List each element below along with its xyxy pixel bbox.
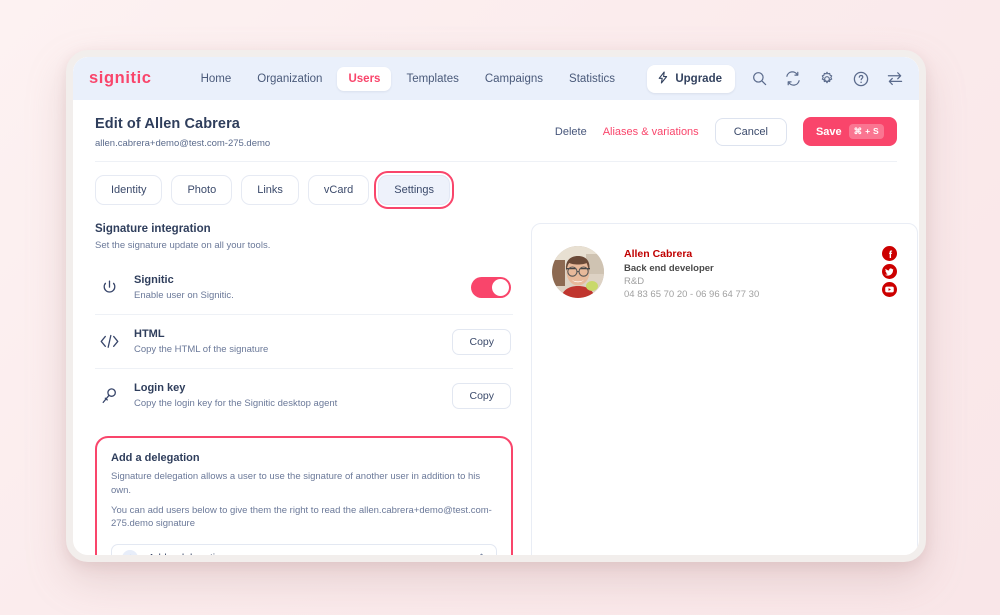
code-icon bbox=[97, 330, 121, 354]
delegation-paragraph-2: You can add users below to give them the… bbox=[111, 504, 492, 530]
content-area: Signature integration Set the signature … bbox=[73, 205, 919, 555]
youtube-icon[interactable] bbox=[882, 282, 897, 297]
delegation-select-value: Add a delegation bbox=[148, 552, 467, 555]
delegation-title: Add a delegation bbox=[111, 452, 200, 464]
nav-item-organization[interactable]: Organization bbox=[246, 67, 333, 91]
integration-text-signitic: Signitic Enable user on Signitic. bbox=[134, 274, 458, 301]
integration-desc-html: Copy the HTML of the signature bbox=[134, 344, 269, 355]
app-window-inner: signitic Home Organization Users Templat… bbox=[73, 57, 919, 555]
signature-info: Allen Cabrera Back end developer R&D 04 … bbox=[624, 246, 834, 300]
settings-column: Signature integration Set the signature … bbox=[95, 223, 513, 555]
facebook-icon[interactable] bbox=[882, 246, 897, 261]
nav-item-campaigns[interactable]: Campaigns bbox=[474, 67, 554, 91]
integration-name-html: HTML bbox=[134, 328, 165, 340]
top-navigation-bar: signitic Home Organization Users Templat… bbox=[73, 57, 919, 100]
chevron-updown-icon bbox=[477, 552, 486, 555]
tab-vcard[interactable]: vCard bbox=[307, 175, 370, 205]
integration-row-login-key: Login key Copy the login key for the Sig… bbox=[95, 369, 513, 422]
copy-login-key-button[interactable]: Copy bbox=[452, 382, 511, 409]
delegation-select[interactable]: Add a delegation bbox=[111, 544, 497, 555]
integration-text-login-key: Login key Copy the login key for the Sig… bbox=[134, 382, 439, 409]
user-avatar-icon bbox=[122, 550, 138, 555]
save-shortcut: ⌘ + S bbox=[848, 124, 884, 139]
integration-text-html: HTML Copy the HTML of the signature bbox=[134, 328, 439, 355]
signature-social-icons bbox=[882, 246, 897, 297]
help-icon[interactable] bbox=[851, 69, 871, 89]
tab-bar: Identity Photo Links vCard Settings bbox=[73, 162, 919, 209]
lightning-icon bbox=[657, 70, 669, 87]
sync-icon[interactable] bbox=[783, 69, 803, 89]
save-button[interactable]: Save ⌘ + S bbox=[802, 117, 897, 146]
nav-links: Home Organization Users Templates Campai… bbox=[190, 66, 626, 91]
avatar bbox=[552, 246, 604, 298]
nav-item-templates[interactable]: Templates bbox=[395, 67, 469, 91]
nav-item-home[interactable]: Home bbox=[190, 67, 243, 91]
cancel-button[interactable]: Cancel bbox=[714, 117, 787, 146]
key-icon bbox=[97, 384, 121, 408]
integration-name-login-key: Login key bbox=[134, 382, 186, 394]
nav-item-statistics[interactable]: Statistics bbox=[558, 67, 626, 91]
upgrade-label: Upgrade bbox=[675, 72, 722, 85]
twitter-icon[interactable] bbox=[882, 264, 897, 279]
signitic-enable-toggle[interactable] bbox=[471, 277, 511, 298]
nav-item-users[interactable]: Users bbox=[337, 66, 392, 91]
integration-list: Signitic Enable user on Signitic. HTML C… bbox=[95, 261, 513, 422]
signature-preview-card: Allen Cabrera Back end developer R&D 04 … bbox=[531, 223, 918, 555]
app-window: signitic Home Organization Users Templat… bbox=[66, 50, 926, 562]
signature-preview-column: Allen Cabrera Back end developer R&D 04 … bbox=[531, 223, 918, 555]
header-actions: Delete Aliases & variations Cancel Save … bbox=[555, 117, 897, 146]
tab-photo[interactable]: Photo bbox=[171, 175, 233, 205]
delegation-section: Add a delegation Signature delegation al… bbox=[95, 436, 513, 555]
integration-row-signitic: Signitic Enable user on Signitic. bbox=[95, 261, 513, 315]
tab-settings[interactable]: Settings bbox=[374, 171, 454, 209]
aliases-variations-button[interactable]: Aliases & variations bbox=[603, 126, 699, 138]
gear-icon[interactable] bbox=[817, 69, 837, 89]
delegation-paragraph-1: Signature delegation allows a user to us… bbox=[111, 471, 481, 496]
power-icon bbox=[97, 276, 121, 300]
signature-phones: 04 83 65 70 20 - 06 96 64 77 30 bbox=[624, 289, 760, 300]
integration-name-signitic: Signitic bbox=[134, 274, 174, 286]
integration-subtitle: Set the signature update on all your too… bbox=[95, 240, 271, 251]
signature-block: Allen Cabrera Back end developer R&D 04 … bbox=[552, 246, 897, 300]
integration-row-html: HTML Copy the HTML of the signature Copy bbox=[95, 315, 513, 369]
signature-name: Allen Cabrera bbox=[624, 248, 693, 260]
integration-desc-signitic: Enable user on Signitic. bbox=[134, 290, 234, 301]
integration-desc-login-key: Copy the login key for the Signitic desk… bbox=[134, 398, 338, 409]
toggle-knob bbox=[492, 279, 509, 296]
save-label: Save bbox=[815, 125, 842, 138]
upgrade-button[interactable]: Upgrade bbox=[647, 64, 735, 93]
integration-title: Signature integration bbox=[95, 223, 211, 235]
tab-identity[interactable]: Identity bbox=[95, 175, 163, 205]
tab-links[interactable]: Links bbox=[241, 175, 299, 205]
delete-button[interactable]: Delete bbox=[555, 126, 587, 138]
signature-role: Back end developer bbox=[624, 263, 714, 274]
switch-icon[interactable] bbox=[885, 69, 905, 89]
search-icon[interactable] bbox=[749, 69, 769, 89]
page-header: Edit of Allen Cabrera allen.cabrera+demo… bbox=[73, 100, 919, 149]
copy-html-button[interactable]: Copy bbox=[452, 328, 511, 355]
signature-department: R&D bbox=[624, 276, 645, 287]
nav-right-actions: Upgrade bbox=[647, 64, 905, 93]
signitic-logo[interactable]: signitic bbox=[89, 69, 152, 88]
